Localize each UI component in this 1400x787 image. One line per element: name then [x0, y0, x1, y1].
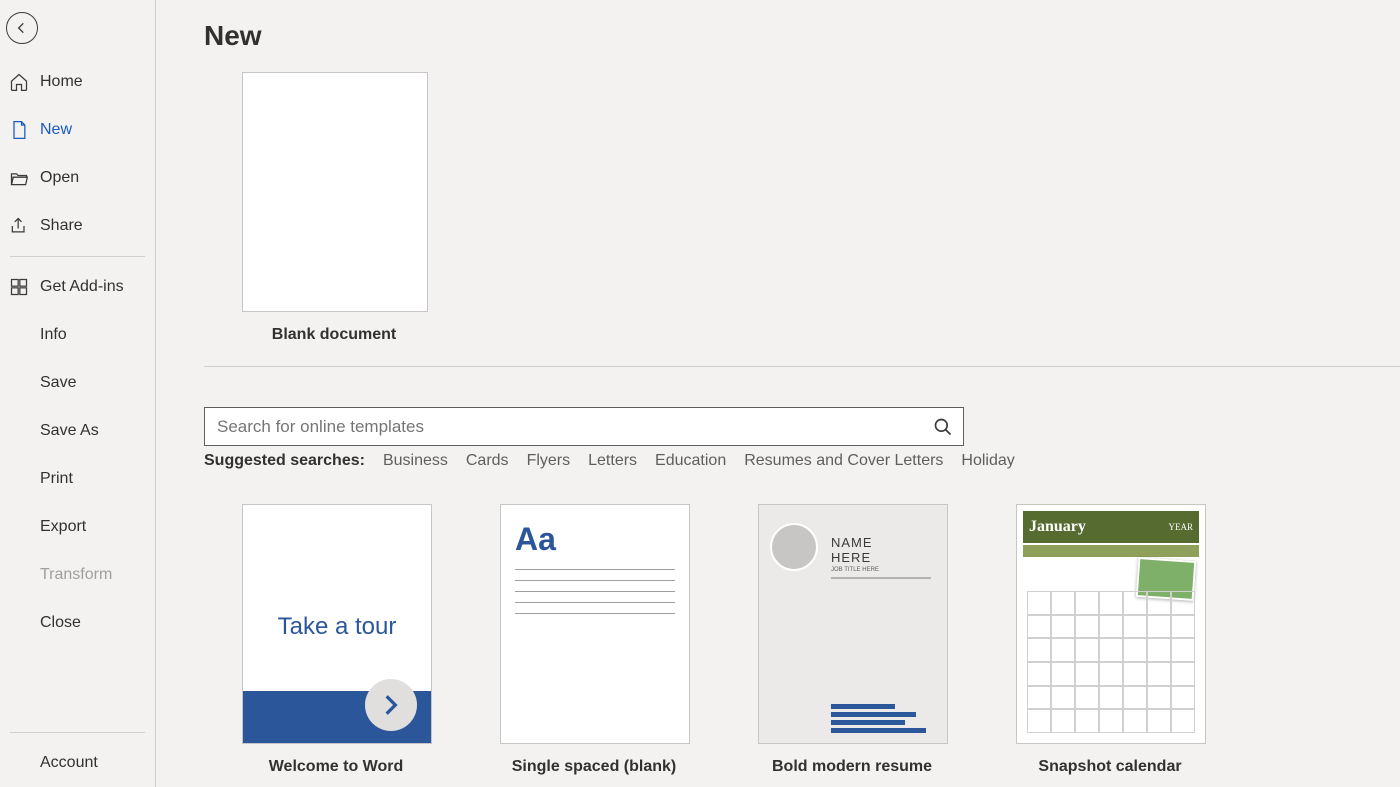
sidebar-item-save-as[interactable]: Save As — [0, 407, 155, 455]
suggested-search-link[interactable]: Letters — [588, 452, 637, 470]
resume-name: NAME — [831, 535, 941, 550]
preview-bars — [831, 701, 937, 733]
folder-open-icon — [8, 167, 30, 189]
template-thumbnail: NAME HERE JOB TITLE HERE — [758, 504, 948, 744]
sidebar-item-label: Info — [40, 326, 67, 344]
sidebar-item-open[interactable]: Open — [0, 154, 155, 202]
addins-icon — [8, 276, 30, 298]
avatar-icon — [770, 523, 818, 571]
document-icon — [8, 119, 30, 141]
template-search-box[interactable] — [204, 407, 964, 446]
template-bold-modern-resume[interactable]: NAME HERE JOB TITLE HERE Bold modern res… — [758, 504, 946, 776]
sidebar-separator — [10, 256, 145, 257]
tour-text: Take a tour — [243, 613, 431, 641]
sidebar-item-label: Share — [40, 217, 83, 235]
backstage-sidebar: Home New Open Share Get Add-ins Info Sav… — [0, 0, 156, 787]
sidebar-item-label: New — [40, 121, 72, 139]
sidebar-item-label: Save As — [40, 422, 99, 440]
sidebar-item-label: Home — [40, 73, 83, 91]
sidebar-item-transform: Transform — [0, 551, 155, 599]
suggested-search-link[interactable]: Resumes and Cover Letters — [744, 452, 943, 470]
template-grid: Take a tour Welcome to Word Aa Single sp… — [242, 504, 1400, 776]
template-label: Bold modern resume — [758, 758, 946, 776]
suggested-search-link[interactable]: Cards — [466, 452, 509, 470]
page-title: New — [204, 20, 1400, 52]
calendar-header: January YEAR — [1023, 511, 1199, 543]
suggested-search-link[interactable]: Education — [655, 452, 726, 470]
arrow-left-icon — [14, 20, 30, 36]
sidebar-item-close[interactable]: Close — [0, 599, 155, 647]
sidebar-item-new[interactable]: New — [0, 106, 155, 154]
resume-name: HERE — [831, 550, 941, 565]
search-icon[interactable] — [931, 415, 955, 439]
sidebar-item-save[interactable]: Save — [0, 359, 155, 407]
sidebar-item-label: Account — [40, 754, 98, 772]
arrow-right-icon — [365, 679, 417, 731]
sidebar-item-label: Export — [40, 518, 86, 536]
template-label: Blank document — [242, 326, 426, 344]
template-single-spaced[interactable]: Aa Single spaced (blank) — [500, 504, 688, 776]
template-label: Snapshot calendar — [1016, 758, 1204, 776]
suggested-search-link[interactable]: Flyers — [527, 452, 571, 470]
share-icon — [8, 215, 30, 237]
sidebar-item-label: Close — [40, 614, 81, 632]
sidebar-item-label: Open — [40, 169, 79, 187]
aa-glyph: Aa — [515, 521, 556, 558]
sidebar-item-label: Transform — [40, 566, 112, 584]
sidebar-item-account[interactable]: Account — [0, 739, 155, 787]
template-search-input[interactable] — [215, 416, 931, 438]
suggested-search-link[interactable]: Holiday — [961, 452, 1014, 470]
back-button[interactable] — [6, 12, 38, 44]
suggested-label: Suggested searches: — [204, 452, 365, 470]
preview-lines — [515, 569, 675, 624]
home-icon — [8, 71, 30, 93]
calendar-grid — [1027, 591, 1195, 733]
calendar-month: January — [1029, 518, 1086, 536]
sidebar-item-label: Get Add-ins — [40, 278, 124, 296]
template-thumbnail: Take a tour — [242, 504, 432, 744]
template-thumbnail: January YEAR — [1016, 504, 1206, 744]
template-thumbnail: Aa — [500, 504, 690, 744]
main-content: New Blank document Suggested searches: B… — [156, 0, 1400, 787]
sidebar-separator — [10, 732, 145, 733]
calendar-year: YEAR — [1169, 522, 1194, 532]
sidebar-item-print[interactable]: Print — [0, 455, 155, 503]
sidebar-item-home[interactable]: Home — [0, 58, 155, 106]
sidebar-item-info[interactable]: Info — [0, 311, 155, 359]
template-snapshot-calendar[interactable]: January YEAR Snapshot calendar — [1016, 504, 1204, 776]
template-welcome-to-word[interactable]: Take a tour Welcome to Word — [242, 504, 430, 776]
sidebar-item-label: Save — [40, 374, 76, 392]
suggested-searches-row: Suggested searches: Business Cards Flyer… — [204, 452, 1400, 470]
resume-subtitle: JOB TITLE HERE — [831, 567, 941, 573]
template-label: Welcome to Word — [242, 758, 430, 776]
sidebar-item-export[interactable]: Export — [0, 503, 155, 551]
sidebar-item-label: Print — [40, 470, 73, 488]
template-label: Single spaced (blank) — [500, 758, 688, 776]
template-blank-document[interactable] — [242, 72, 428, 312]
sidebar-item-share[interactable]: Share — [0, 202, 155, 250]
sidebar-item-get-addins[interactable]: Get Add-ins — [0, 263, 155, 311]
suggested-search-link[interactable]: Business — [383, 452, 448, 470]
divider — [204, 366, 1400, 367]
